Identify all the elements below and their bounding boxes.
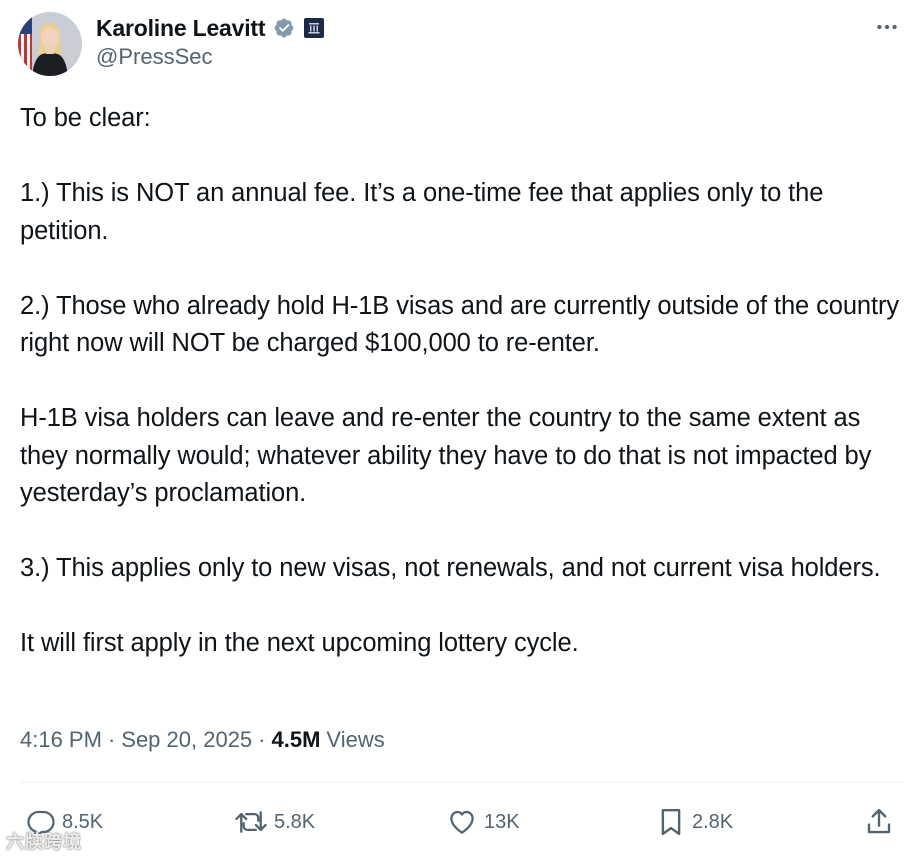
tweet-paragraph: H-1B visa holders can leave and re-enter… — [20, 404, 872, 507]
author-name-row: Karoline Leavitt — [96, 13, 325, 43]
bookmark-icon — [661, 808, 681, 836]
government-affiliation-badge-icon[interactable] — [303, 17, 325, 39]
tweet-text: To be clear: 1.) This is NOT an annual f… — [20, 100, 900, 663]
author-display-name[interactable]: Karoline Leavitt — [96, 15, 266, 42]
heart-icon — [450, 810, 474, 834]
repost-icon — [235, 811, 267, 833]
more-horizontal-icon — [877, 24, 897, 30]
separator-dot: · — [107, 727, 116, 752]
verified-badge-icon[interactable] — [273, 17, 295, 39]
repost-button[interactable]: 5.8K — [234, 800, 315, 844]
tweet-paragraph: 3.) This applies only to new visas, not … — [20, 554, 881, 582]
like-count: 13K — [484, 810, 520, 833]
views-count[interactable]: 4.5M — [272, 727, 321, 753]
tweet-action-bar: 8.5K 5.8K 13K 2.8K — [0, 800, 916, 844]
divider — [20, 782, 904, 783]
tweet-metadata: 4:16 PM · Sep 20, 2025 · 4.5M Views — [20, 727, 385, 753]
tweet-paragraph: 2.) Those who already hold H-1B visas an… — [20, 291, 900, 358]
more-options-button[interactable] — [870, 10, 904, 44]
bookmark-button[interactable]: 2.8K — [656, 800, 733, 844]
avatar[interactable] — [18, 12, 82, 76]
share-button[interactable] — [864, 800, 894, 844]
tweet-paragraph: It will first apply in the next upcoming… — [20, 629, 579, 657]
tweet-time[interactable]: 4:16 PM — [20, 727, 102, 753]
like-button[interactable]: 13K — [446, 800, 520, 844]
repost-count: 5.8K — [274, 810, 316, 833]
watermark-text: 六牍跨境 — [6, 832, 82, 852]
share-icon — [867, 808, 891, 834]
avatar-image — [18, 12, 82, 76]
views-label: Views — [326, 727, 385, 752]
bookmark-count: 2.8K — [692, 810, 734, 833]
author-handle[interactable]: @PressSec — [96, 44, 212, 70]
tweet-paragraph: 1.) This is NOT an annual fee. It’s a on… — [20, 179, 824, 245]
tweet-date[interactable]: Sep 20, 2025 — [121, 727, 252, 753]
tweet-paragraph: To be clear: — [20, 104, 151, 132]
separator-dot: · — [258, 727, 266, 752]
